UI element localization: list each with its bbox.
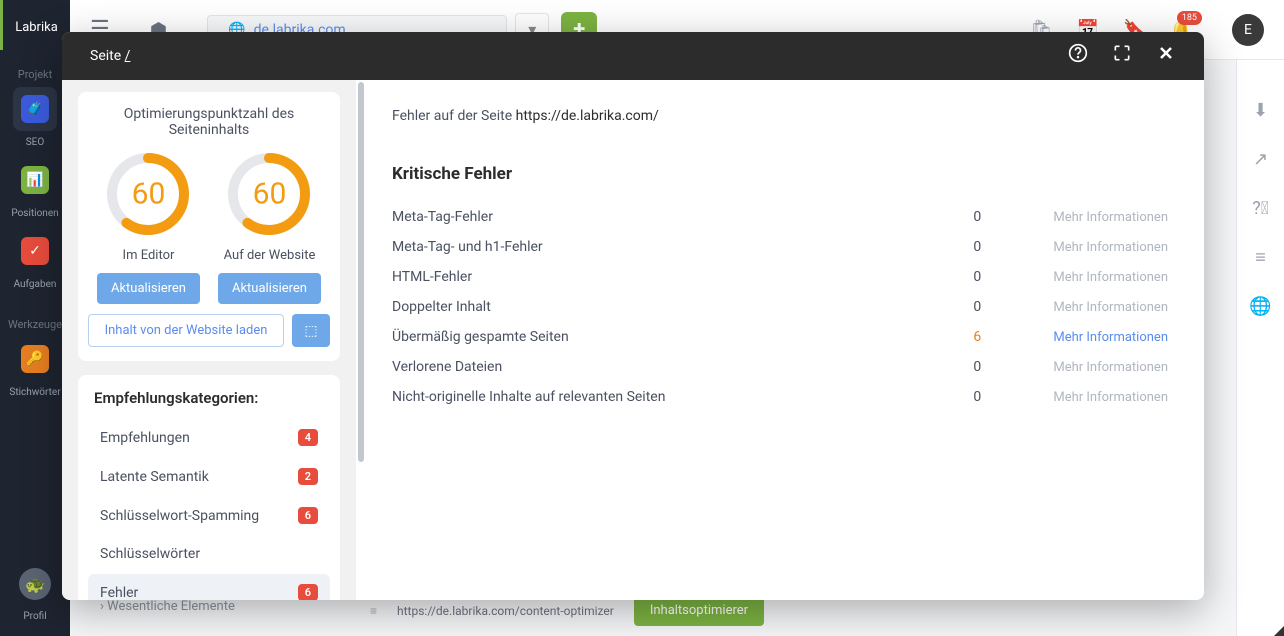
error-count: 6 — [973, 329, 1053, 345]
bg-sidebar-essential[interactable]: › Wesentliche Elemente — [100, 599, 235, 614]
error-count: 0 — [973, 239, 1053, 255]
category-item[interactable]: Empfehlungen 4 — [88, 419, 330, 456]
error-name: Doppelter Inhalt — [392, 299, 973, 315]
category-item[interactable]: Schlüsselwort-Spamming 6 — [88, 497, 330, 534]
errors-intro: Fehler auf der Seite https://de.labrika.… — [392, 108, 1168, 124]
error-row: HTML-Fehler0Mehr Informationen — [392, 262, 1168, 292]
more-info-link[interactable]: Mehr Informationen — [1053, 330, 1168, 345]
share-icon[interactable]: ↗ — [1253, 149, 1268, 170]
nav-label-seo: SEO — [26, 137, 45, 148]
load-content-button[interactable]: Inhalt von der Website laden — [88, 314, 284, 347]
more-info-link: Mehr Informationen — [1053, 210, 1168, 225]
user-avatar[interactable]: E — [1232, 14, 1264, 46]
briefcase-icon: 🧳 — [21, 95, 49, 123]
category-label: Latente Semantik — [100, 469, 209, 485]
chart-icon: 📊 — [21, 166, 49, 194]
page-detail-modal: Seite / Optimierungspunktzahl des Seiten… — [62, 32, 1204, 600]
error-count: 0 — [973, 389, 1053, 405]
error-count: 0 — [973, 359, 1053, 375]
editor-score-gauge: 60 — [104, 150, 192, 238]
error-count: 0 — [973, 209, 1053, 225]
nav-label-keywords: Stichwörter — [9, 387, 60, 398]
modal-help-icon[interactable] — [1068, 43, 1088, 69]
nav-label-profile: Profil — [23, 611, 46, 622]
resize-handle-icon[interactable] — [1274, 626, 1284, 636]
nav-label-tasks: Aufgaben — [14, 279, 57, 290]
nav-item-keywords[interactable]: 🔑 — [13, 337, 57, 381]
error-row: Meta-Tag- und h1-Fehler0Mehr Information… — [392, 232, 1168, 262]
more-info-link: Mehr Informationen — [1053, 240, 1168, 255]
refresh-website-button[interactable]: Aktualisieren — [218, 273, 321, 304]
more-info-link: Mehr Informationen — [1053, 300, 1168, 315]
website-score-value: 60 — [253, 177, 287, 212]
more-info-link: Mehr Informationen — [1053, 390, 1168, 405]
editor-score-value: 60 — [132, 177, 166, 212]
drag-icon[interactable]: ≡ — [370, 604, 377, 618]
score-card: Optimierungspunktzahl des Seiteninhalts … — [78, 92, 340, 361]
right-toolbar: ⬇ ↗ ?⃝ ≡ 🌐 — [1236, 60, 1284, 636]
nav-item-tasks[interactable]: ✓ — [13, 229, 57, 273]
error-row: Verlorene Dateien0Mehr Informationen — [392, 352, 1168, 382]
bg-url-text: https://de.labrika.com/content-optimizer — [397, 604, 614, 618]
score-heading: Optimierungspunktzahl des Seiteninhalts — [88, 106, 330, 138]
profile-avatar[interactable]: 🐢 — [19, 568, 51, 600]
category-label: Empfehlungen — [100, 430, 190, 446]
category-label: Schlüsselwort-Spamming — [100, 508, 259, 524]
error-row: Nicht-originelle Inhalte auf relevanten … — [392, 382, 1168, 412]
error-name: Verlorene Dateien — [392, 359, 973, 375]
fullscreen-icon[interactable] — [1112, 43, 1132, 69]
key-icon: 🔑 — [21, 345, 49, 373]
close-icon[interactable] — [1156, 43, 1176, 69]
error-name: Nicht-originelle Inhalte auf relevanten … — [392, 389, 973, 405]
list-icon[interactable]: ≡ — [1255, 247, 1266, 268]
error-row: Übermäßig gespamte Seiten6Mehr Informati… — [392, 322, 1168, 352]
error-name: HTML-Fehler — [392, 269, 973, 285]
modal-left-panel: Optimierungspunktzahl des Seiteninhalts … — [62, 80, 356, 600]
check-icon: ✓ — [21, 237, 49, 265]
category-item[interactable]: Fehler 6 — [88, 574, 330, 600]
notif-badge: 185 — [1177, 11, 1202, 25]
category-item[interactable]: Latente Semantik 2 — [88, 458, 330, 495]
website-score-label: Auf der Website — [224, 248, 316, 263]
refresh-editor-button[interactable]: Aktualisieren — [97, 273, 200, 304]
categories-heading: Empfehlungskategorien: — [88, 389, 330, 407]
error-name: Übermäßig gespamte Seiten — [392, 329, 973, 345]
nav-section-tools: Werkzeuge — [8, 318, 62, 331]
category-badge: 6 — [298, 507, 318, 524]
compare-icon-button[interactable]: ⬚ — [292, 314, 330, 347]
category-badge: 2 — [298, 468, 318, 485]
scrollbar[interactable] — [358, 82, 364, 462]
nav-section-project: Projekt — [18, 68, 52, 81]
errors-heading: Kritische Fehler — [392, 164, 1168, 184]
download-icon[interactable]: ⬇ — [1253, 100, 1268, 121]
nav-item-seo[interactable]: 🧳 — [13, 87, 57, 131]
errors-url: https://de.labrika.com/ — [516, 108, 659, 124]
categories-card: Empfehlungskategorien: Empfehlungen 4 Late… — [78, 375, 340, 600]
nav-item-positions[interactable]: 📊 — [13, 158, 57, 202]
error-row: Doppelter Inhalt0Mehr Informationen — [392, 292, 1168, 322]
category-badge: 6 — [298, 584, 318, 600]
editor-score-label: Im Editor — [123, 248, 175, 263]
modal-title: Seite / — [90, 48, 130, 64]
category-label: Fehler — [100, 585, 138, 601]
modal-header: Seite / — [62, 32, 1204, 80]
website-score-gauge: 60 — [225, 150, 313, 238]
main-nav-sidebar: Labrika Projekt 🧳 SEO 📊 Positionen ✓ Auf… — [0, 0, 70, 636]
more-info-link: Mehr Informationen — [1053, 360, 1168, 375]
error-name: Meta-Tag- und h1-Fehler — [392, 239, 973, 255]
globe-tool-icon[interactable]: 🌐 — [1249, 296, 1271, 317]
error-count: 0 — [973, 269, 1053, 285]
more-info-link: Mehr Informationen — [1053, 270, 1168, 285]
category-label: Schlüsselwörter — [100, 546, 200, 562]
logo[interactable]: Labrika — [0, 0, 70, 50]
nav-label-positions: Positionen — [11, 208, 58, 219]
error-name: Meta-Tag-Fehler — [392, 209, 973, 225]
category-badge: 4 — [298, 429, 318, 446]
category-item[interactable]: Schlüsselwörter — [88, 536, 330, 572]
error-row: Meta-Tag-Fehler0Mehr Informationen — [392, 202, 1168, 232]
error-count: 0 — [973, 299, 1053, 315]
help-icon[interactable]: ?⃝ — [1252, 198, 1269, 219]
modal-right-panel: Fehler auf der Seite https://de.labrika.… — [356, 80, 1204, 600]
